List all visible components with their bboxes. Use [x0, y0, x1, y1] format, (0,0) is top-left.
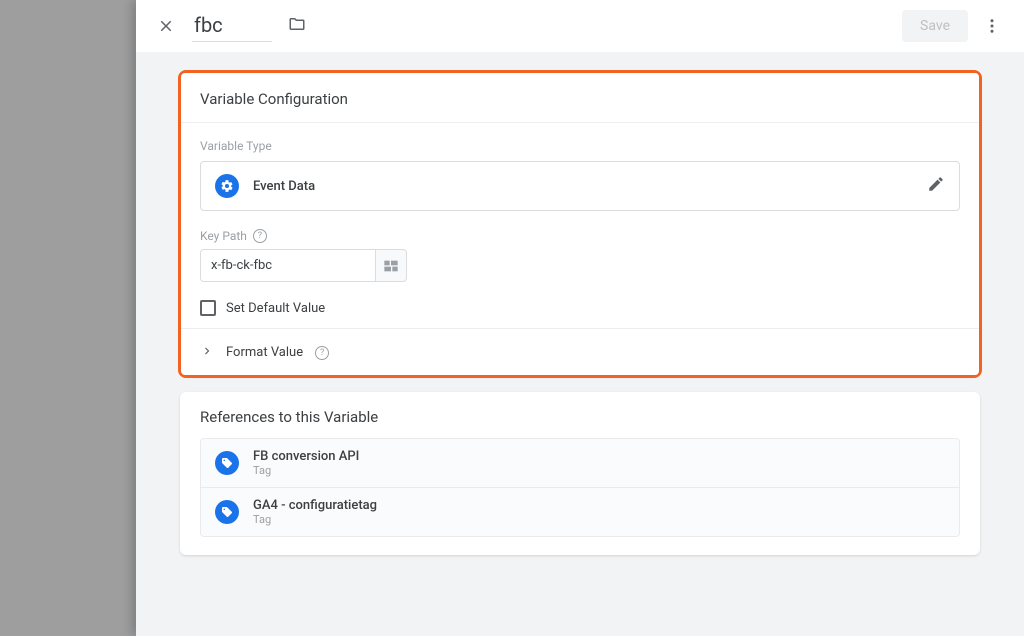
format-help-icon[interactable]: ?: [315, 346, 329, 360]
close-icon: [157, 17, 175, 35]
variable-brick-icon: [383, 259, 399, 273]
keypath-input[interactable]: [200, 249, 375, 282]
variable-name-input[interactable]: [192, 11, 272, 42]
keypath-variable-picker[interactable]: [375, 249, 407, 282]
save-button[interactable]: Save: [902, 10, 968, 42]
more-menu-button[interactable]: [976, 10, 1008, 42]
edit-type-button[interactable]: [927, 175, 945, 197]
variable-type-name: Event Data: [253, 179, 315, 194]
close-button[interactable]: [152, 12, 180, 40]
reference-name: GA4 - configuratietag: [253, 498, 377, 513]
format-value-toggle[interactable]: Format Value ?: [180, 328, 980, 376]
gear-icon: [215, 174, 239, 198]
default-value-checkbox[interactable]: [200, 300, 216, 316]
format-value-label: Format Value: [226, 345, 303, 360]
variable-type-selector[interactable]: Event Data: [200, 161, 960, 211]
tag-icon: [215, 451, 239, 475]
references-list: FB conversion API Tag GA4 - configuratie…: [180, 438, 980, 555]
references-card: References to this Variable FB conversio…: [180, 392, 980, 555]
config-card-title: Variable Configuration: [180, 72, 980, 123]
chevron-right-icon: [200, 343, 214, 362]
topbar: Save: [136, 0, 1024, 52]
reference-item[interactable]: GA4 - configuratietag Tag: [200, 488, 960, 537]
folder-button[interactable]: [288, 15, 306, 37]
tag-icon: [215, 500, 239, 524]
reference-kind: Tag: [253, 513, 377, 526]
keypath-help-icon[interactable]: ?: [253, 229, 267, 243]
content-area: Variable Configuration Variable Type Eve…: [136, 52, 1024, 636]
variable-type-label: Variable Type: [200, 139, 960, 153]
variable-configuration-card: Variable Configuration Variable Type Eve…: [180, 72, 980, 376]
reference-kind: Tag: [253, 464, 359, 477]
reference-name: FB conversion API: [253, 449, 359, 464]
default-value-label: Set Default Value: [226, 301, 325, 316]
references-title: References to this Variable: [180, 392, 980, 438]
more-vert-icon: [983, 17, 1001, 35]
editor-panel: Save Variable Configuration Variable Typ…: [136, 0, 1024, 636]
pencil-icon: [927, 175, 945, 193]
keypath-label: Key Path: [200, 229, 247, 243]
reference-item[interactable]: FB conversion API Tag: [200, 438, 960, 488]
folder-icon: [288, 15, 306, 33]
